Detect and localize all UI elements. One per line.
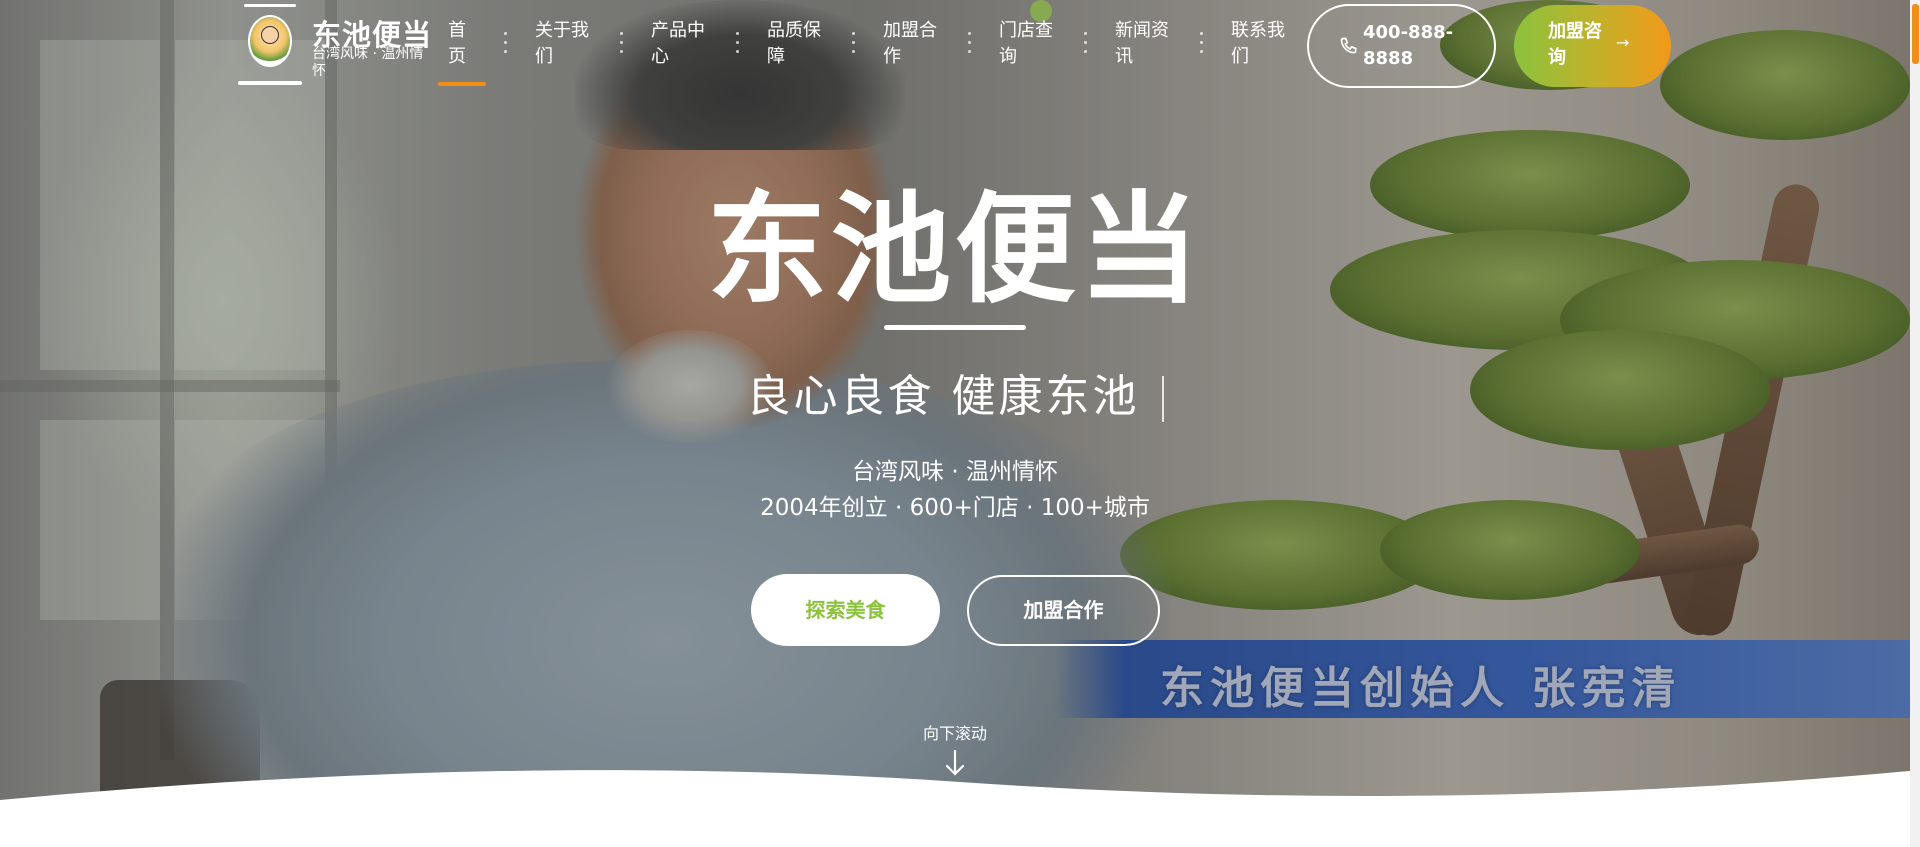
nav-item-news[interactable]: 新闻资讯 <box>1115 18 1177 70</box>
hero-subtitle-2: 2004年创立 · 600+门店 · 100+城市 <box>760 495 1150 521</box>
phone-button[interactable]: 400-888-8888 <box>1307 4 1496 88</box>
nav-active-indicator <box>438 82 486 86</box>
nav-item-contact[interactable]: 联系我们 <box>1231 18 1293 70</box>
hero-slogan-text: 良心良食 健康东池 <box>746 371 1140 422</box>
nav-separator <box>620 32 624 58</box>
hero-slogan: 良心良食 健康东池 <box>0 360 1910 424</box>
hero-title: 东池便当 <box>707 181 1203 320</box>
explore-food-button[interactable]: 探索美食 <box>751 574 940 646</box>
nav-separator <box>1200 32 1204 58</box>
nav-separator <box>736 32 740 58</box>
page-scrollbar[interactable] <box>1910 0 1920 847</box>
scroll-hint[interactable]: 向下滚动 <box>0 720 1910 744</box>
phone-number: 400-888-8888 <box>1363 22 1454 69</box>
brand-tagline: 台湾风味 · 温州情怀 <box>312 46 424 79</box>
hero-title-underline <box>884 325 1026 330</box>
nav-item-quality[interactable]: 品质保障 <box>767 18 829 70</box>
logo-underline <box>238 81 302 85</box>
nav-item-franchise[interactable]: 加盟合作 <box>883 18 945 70</box>
nav-item-products[interactable]: 产品中心 <box>651 18 713 70</box>
franchise-inquiry-button[interactable]: 加盟咨询 → <box>1514 5 1671 87</box>
mascot-face-icon <box>261 26 279 44</box>
franchise-inquiry-label: 加盟咨询 <box>1548 21 1602 68</box>
nav-item-about[interactable]: 关于我们 <box>535 18 597 70</box>
nav-separator <box>504 32 508 58</box>
franchise-button[interactable]: 加盟合作 <box>967 575 1160 646</box>
typing-caret <box>1161 376 1164 422</box>
arrow-right-icon: → <box>1616 33 1630 52</box>
page-scrollbar-thumb[interactable] <box>1912 4 1919 64</box>
nav-item-stores[interactable]: 门店查询 <box>999 18 1061 70</box>
nav-separator <box>1084 32 1088 58</box>
nav-separator <box>852 32 856 58</box>
logo-top-line <box>244 4 296 7</box>
hero-subtitle-1: 台湾风味 · 温州情怀 <box>852 459 1058 485</box>
hero-bottom-wave <box>0 770 1920 847</box>
phone-icon <box>1340 37 1357 54</box>
nav-item-home[interactable]: 首页 <box>448 18 478 70</box>
nav-separator <box>968 32 972 58</box>
